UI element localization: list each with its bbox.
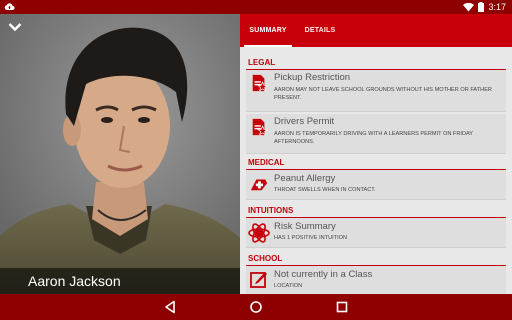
list-item-peanut-allergy[interactable]: Peanut Allergy THROAT SWELLS WHEN IN CON… <box>246 170 506 200</box>
battery-icon <box>478 2 485 12</box>
tab-summary[interactable]: SUMMARY <box>240 14 296 47</box>
legal-document-icon <box>252 74 268 92</box>
item-subtitle: HAS 1 POSITIVE INTUITION <box>274 235 348 241</box>
item-title: Drivers Permit <box>274 116 335 127</box>
chevron-down-icon[interactable] <box>8 22 22 32</box>
medical-icon <box>250 179 268 191</box>
list-item-current-class[interactable]: Not currently in a Class LOCATION <box>246 266 506 294</box>
item-title: Not currently in a Class <box>274 269 373 280</box>
legal-document-icon <box>252 118 268 136</box>
summary-list: LEGAL Pickup Restriction AARON MAY NOT L… <box>246 56 506 294</box>
navigation-bar <box>0 294 512 320</box>
recents-icon[interactable] <box>335 300 349 314</box>
item-subtitle: AARON MAY NOT LEAVE SCHOOL GROUNDS WITHO… <box>274 87 492 101</box>
section-header-legal-label: LEGAL <box>248 58 276 67</box>
profile-name: Aaron Jackson <box>28 273 121 289</box>
list-item-pickup-restriction[interactable]: Pickup Restriction AARON MAY NOT LEAVE S… <box>246 70 506 112</box>
tab-details[interactable]: DETAILS <box>298 14 342 47</box>
cloud-upload-icon <box>4 3 15 10</box>
section-header-school-label: SCHOOL <box>248 254 283 263</box>
tab-summary-label: SUMMARY <box>249 27 287 34</box>
item-title: Risk Summary <box>274 221 336 232</box>
section-header-legal: LEGAL <box>246 56 506 70</box>
list-item-drivers-permit[interactable]: Drivers Permit AARON IS TEMPORARILY DRIV… <box>246 114 506 154</box>
tab-details-label: DETAILS <box>304 27 336 34</box>
section-header-intuitions: INTUITIONS <box>246 204 506 218</box>
risk-atom-icon <box>248 223 270 243</box>
details-pane: SUMMARY DETAILS LEGAL Pickup Restriction… <box>240 14 512 294</box>
section-header-intuitions-label: INTUITIONS <box>248 206 294 215</box>
item-title: Pickup Restriction <box>274 72 351 83</box>
profile-photo <box>0 14 240 294</box>
edit-note-icon <box>250 272 267 288</box>
clock: 3:17 <box>488 2 506 12</box>
item-subtitle: LOCATION <box>274 283 303 289</box>
section-header-medical-label: MEDICAL <box>248 158 285 167</box>
status-bar: 3:17 <box>0 0 512 14</box>
item-title: Peanut Allergy <box>274 173 336 184</box>
tab-bar: SUMMARY DETAILS <box>240 14 512 47</box>
item-subtitle: AARON IS TEMPORARILY DRIVING WITH A LEAR… <box>274 131 473 145</box>
profile-photo-pane: Aaron Jackson <box>0 14 240 294</box>
section-header-school: SCHOOL <box>246 252 506 266</box>
tab-selected-indicator <box>244 45 292 47</box>
wifi-icon <box>463 2 475 11</box>
home-icon[interactable] <box>249 300 263 314</box>
list-item-risk-summary[interactable]: Risk Summary HAS 1 POSITIVE INTUITION <box>246 218 506 248</box>
section-header-medical: MEDICAL <box>246 156 506 170</box>
item-subtitle: THROAT SWELLS WHEN IN CONTACT. <box>274 187 376 193</box>
profile-name-bar: Aaron Jackson <box>0 268 240 294</box>
back-icon[interactable] <box>163 300 177 314</box>
